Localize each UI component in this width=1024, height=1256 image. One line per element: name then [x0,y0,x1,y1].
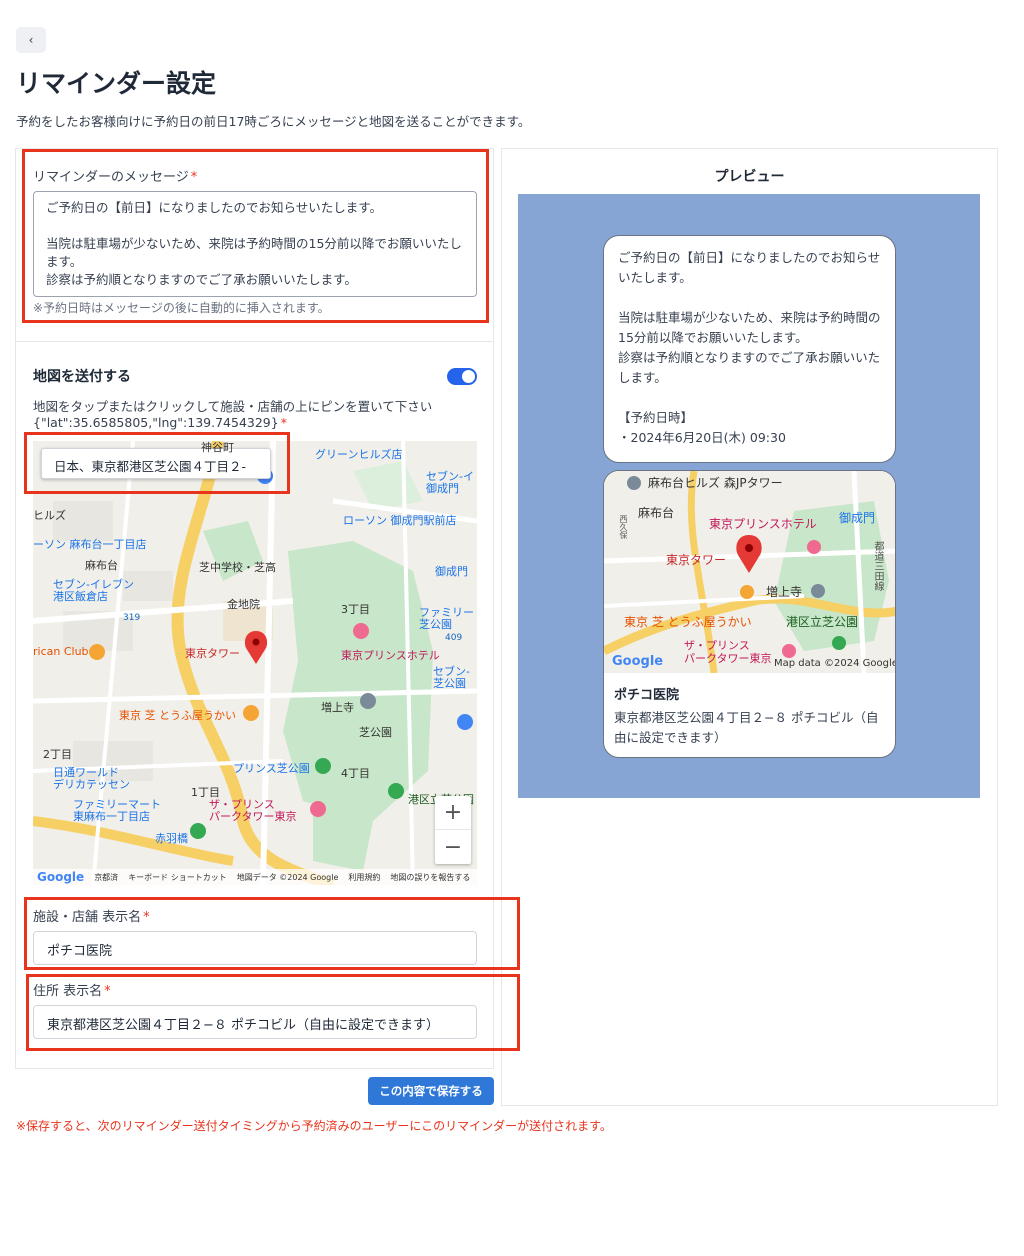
preview-label-minato-park: 港区立芝公園 [786,615,859,629]
preview-google-logo: Google [612,654,664,669]
required-mark: * [143,910,150,925]
preview-label-road-west: 西久保 [619,515,628,539]
map-label-kamiyacho: 神谷町 [201,441,234,454]
page-description: 予約をしたお客様向けに予約日の前日17時ごろにメッセージと地図を送ることができま… [16,114,531,129]
page-title: リマインダー設定 [16,69,217,98]
map-label-zojoji: 増上寺 [321,701,354,714]
map-label-prince-hotel: 東京プリンスホテル [341,649,440,662]
preview-label-azabudai-hills: 麻布台ヒルズ 森JPタワー [648,476,783,490]
preview-card-address: 東京都港区芝公園４丁目２−８ ポチコビル（自由に設定できます） [614,710,879,745]
message-label: リマインダーのメッセージ * [33,166,197,185]
map-label-chome4: 4丁目 [341,767,370,780]
map-label-hills: ヒルズ [33,509,66,522]
map-label-lawson: ローソン 御成門駅前店 [343,514,457,527]
map-label-park-tower: ザ・プリンス パークタワー東京 [209,798,297,823]
facility-name-input[interactable]: ポチコ医院 [33,931,477,965]
message-label-text: リマインダーのメッセージ [33,170,189,185]
zoom-in-button[interactable]: + [435,796,471,830]
map-description: 地図をタップまたはクリックして施設・店舗の上にピンを置いて下さい [33,399,433,414]
map-footer-item: 京都済 [94,872,119,882]
map-label-seven-shiba: セブン- 芝公園 [433,665,470,690]
map-label-azabudai: 麻布台 [85,559,118,572]
back-button[interactable]: ‹ [16,27,46,53]
message-textarea[interactable]: ご予約日の【前日】になりましたのでお知らせいたします。 当院は駐車場が少ないため… [33,191,477,297]
facility-label: 施設・店舗 表示名 * [33,906,150,925]
facility-label-text: 施設・店舗 表示名 [33,910,142,925]
preview-label-tower: 東京タワー [666,553,727,567]
terms-link[interactable]: 利用規約 [348,872,380,883]
map-label-lawson-azabu: ーソン 麻布台一丁目店 [33,538,147,551]
preview-label-tofuya: 東京 芝 とうふ屋うかい [624,615,752,629]
preview-label-park-tower: ザ・プリンス パークタワー東京 [684,639,772,665]
map-label-route: 319 [123,613,141,623]
map-label-tower: 東京タワー [185,647,240,660]
zoom-out-button[interactable]: − [435,830,471,864]
map-label-chome3: 3丁目 [341,603,370,616]
preview-map: 麻布台ヒルズ 森JPタワー 麻布台 東京プリンスホテル 御成門 東京タワー 増上… [604,471,896,673]
preview-message-bubble: ご予約日の【前日】になりましたのでお知らせいたします。 当院は駐車場が少ないため… [603,235,896,463]
map-label-kinchiin: 金地院 [227,598,260,611]
preview-label-prince-hotel: 東京プリンスホテル [709,517,817,531]
address-label-text: 住所 表示名 [33,984,103,999]
coords-text: {"lat":35.6585805,"lng":139.7454329} [33,415,279,430]
preview-card-name: ポチコ医院 [614,688,680,703]
map-section-title: 地図を送付する [33,369,131,385]
preview-label-azabudai: 麻布台 [638,506,675,520]
save-note: ※保存すると、次のリマインダー送付タイミングから予約済みのユーザーにこのリマイン… [16,1119,612,1133]
required-mark: * [104,984,111,999]
map-picker[interactable]: 日本、東京都港区芝公園４丁目２- 東京タワー 東京プリンスホテル 芝公園 増上寺… [33,441,477,885]
preview-title: プレビュー [714,169,785,185]
save-button[interactable]: この内容で保存する [368,1077,494,1105]
required-mark: * [280,415,287,430]
preview-label-onarimon: 御成門 [839,511,876,525]
map-label-seven-azabu: セブン-イレブン 港区飯倉店 [53,578,134,603]
map-label-akabanebashi: 赤羽橋 [155,832,188,845]
map-zoom-control: + − [435,796,471,864]
message-hint: ※予約日時はメッセージの後に自動的に挿入されます。 [33,301,330,315]
preview-label-road-east: 都道三田線 [872,541,883,591]
section-divider [16,341,493,342]
map-search-box[interactable]: 日本、東京都港区芝公園４丁目２- [41,448,271,479]
address-input[interactable]: 東京都港区芝公園４丁目２−８ ポチコビル（自由に設定できます） [33,1005,477,1039]
map-coordinates: {"lat":35.6585805,"lng":139.7454329} * [33,415,287,430]
map-footer: Google 京都済 キーボード ショートカット 地図データ ©2024 Goo… [33,869,477,885]
map-label-familymart-shiba: ファミリー 芝公園 [419,606,474,631]
map-label-shiba-jr: 芝中学校・芝高 [199,561,276,574]
required-mark: * [190,170,198,185]
map-label-nichiwa: 日通ワールド デリカテッセン [53,766,130,791]
preview-map-card: 麻布台ヒルズ 森JPタワー 麻布台 東京プリンスホテル 御成門 東京タワー 増上… [603,470,896,758]
address-label: 住所 表示名 * [33,980,111,999]
map-label-prince-park: プリンス芝公園 [233,762,310,775]
map-label-green-hills: グリーンヒルズ店 [315,448,403,461]
preview-label-zojoji: 増上寺 [766,585,803,599]
map-label-seven-onarimon: セブン-イ 御成門 [426,470,474,495]
google-logo: Google [37,870,85,884]
map-label-route2: 409 [445,633,463,643]
keyboard-shortcuts-link[interactable]: キーボード ショートカット [128,872,227,883]
preview-map-data: Map data ©2024 Google [774,658,896,669]
map-label-tofuya: 東京 芝 とうふ屋うかい [119,709,236,722]
map-label-familymart-higashi: ファミリーマート 東麻布一丁目店 [73,798,161,823]
map-label-chome1: 1丁目 [191,786,220,799]
map-label-onarimon: 御成門 [435,565,468,578]
map-label-club: rican Club [33,645,89,658]
map-label-chome2: 2丁目 [43,748,72,761]
map-data-text: 地図データ ©2024 Google [236,872,339,882]
map-toggle[interactable] [447,368,477,385]
map-label-shiba-park: 芝公園 [359,726,392,739]
report-error-link[interactable]: 地図の誤りを報告する [390,872,470,883]
